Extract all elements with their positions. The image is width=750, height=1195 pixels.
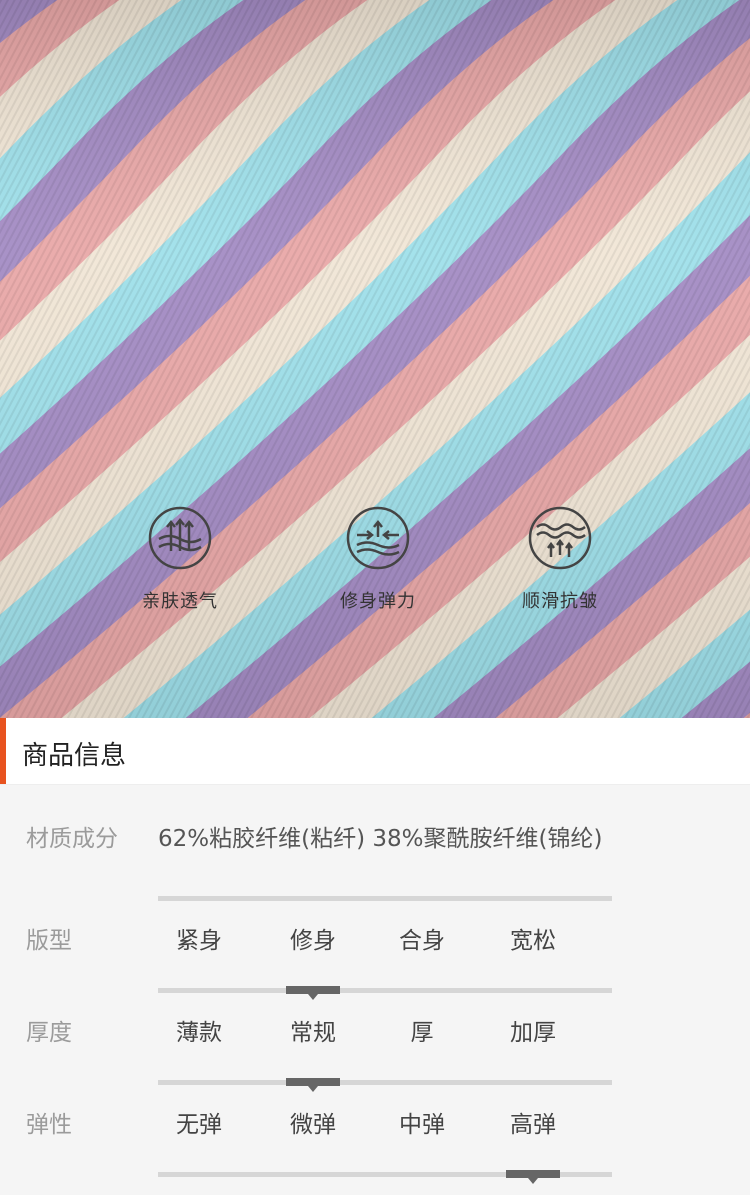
material-label: 材质成分 <box>26 826 118 852</box>
fit-option: 紧身 <box>176 928 222 954</box>
thickness-option: 加厚 <box>510 1020 556 1046</box>
thickness-option: 厚 <box>410 1020 434 1046</box>
section-title: 商品信息 <box>22 741 127 771</box>
elasticity-option: 微弹 <box>290 1112 336 1138</box>
track-top <box>158 896 612 901</box>
thickness-option: 常规 <box>290 1020 336 1046</box>
elasticity-label: 弹性 <box>26 1112 72 1138</box>
thickness-selected-marker <box>286 1078 340 1092</box>
feature-icons-row: 亲肤透气 修身弹力 顺滑抗皱 <box>0 505 750 615</box>
fit-option: 合身 <box>399 928 445 954</box>
elasticity-scale-track <box>158 1170 612 1184</box>
breathable-arrows-icon <box>148 506 212 570</box>
thickness-label: 厚度 <box>26 1020 72 1046</box>
feature-label: 亲肤透气 <box>142 591 218 612</box>
anti-wrinkle-waves-icon <box>528 506 592 570</box>
thickness-scale-track <box>158 1078 612 1092</box>
fit-label: 版型 <box>26 928 72 954</box>
fit-option: 修身 <box>290 928 336 954</box>
elasticity-option: 无弹 <box>176 1112 222 1138</box>
feature-stretch: 修身弹力 <box>298 505 458 613</box>
elasticity-option: 高弹 <box>510 1112 556 1138</box>
elasticity-selected-marker <box>506 1170 560 1184</box>
fit-selected-marker <box>286 986 340 1000</box>
fit-option: 宽松 <box>510 928 556 954</box>
material-value: 62%粘胶纤维(粘纤) 38%聚酰胺纤维(锦纶) <box>158 826 603 852</box>
accent-bar <box>0 718 6 784</box>
feature-breathable: 亲肤透气 <box>100 505 260 613</box>
section-header: 商品信息 <box>0 718 750 785</box>
feature-label: 顺滑抗皱 <box>522 591 598 612</box>
product-info-panel: 材质成分 62%粘胶纤维(粘纤) 38%聚酰胺纤维(锦纶) 版型 紧身 修身 合… <box>0 785 750 1195</box>
feature-label: 修身弹力 <box>340 591 416 612</box>
fit-scale-track <box>158 986 612 1000</box>
elasticity-option: 中弹 <box>399 1112 445 1138</box>
thickness-option: 薄款 <box>176 1020 222 1046</box>
product-fabric-photo: 亲肤透气 修身弹力 顺滑抗皱 <box>0 0 750 718</box>
stretch-arrows-icon <box>346 506 410 570</box>
feature-anti-wrinkle: 顺滑抗皱 <box>480 505 640 613</box>
